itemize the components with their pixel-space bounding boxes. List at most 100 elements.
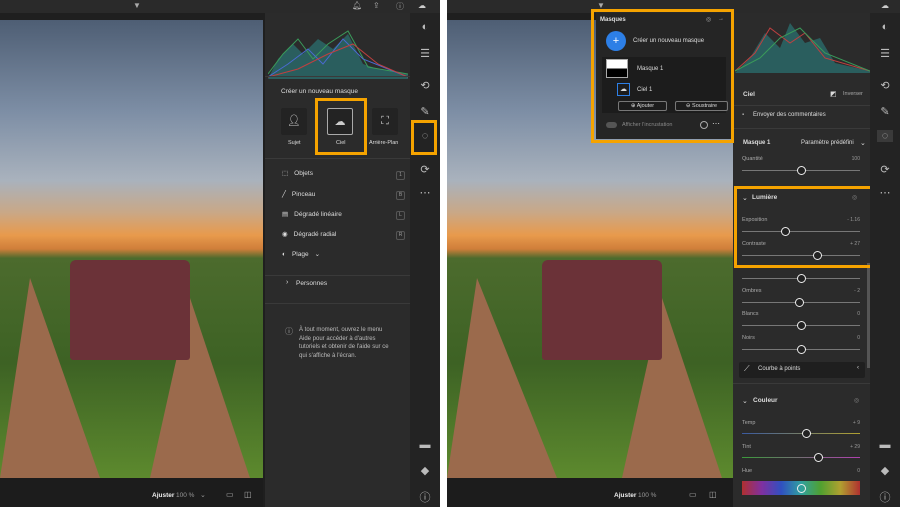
chevron-down-icon[interactable]: ⌄	[200, 491, 206, 499]
slider-track[interactable]	[742, 321, 860, 330]
slider-track[interactable]	[742, 274, 860, 283]
shortcut-key: 1	[396, 171, 405, 180]
histogram	[735, 23, 870, 73]
compare-icon[interactable]: ◫	[709, 490, 717, 499]
healing-icon[interactable]: ✎	[877, 105, 893, 118]
slider-track[interactable]	[742, 453, 860, 462]
visibility-icon[interactable]: ◎	[852, 194, 857, 201]
point-curve-button[interactable]: ⟋ Courbe à points ‹	[739, 362, 865, 378]
preset-dropdown[interactable]: Paramètre prédéfini	[801, 140, 854, 146]
slider-label: Blancs	[742, 311, 759, 317]
shortcut-key: R	[396, 231, 405, 240]
tool-objects[interactable]: ⬚ Objets	[282, 169, 313, 178]
history-icon[interactable]: ⟳	[877, 163, 893, 176]
edit-icon[interactable]: ◐	[417, 21, 433, 33]
crop-icon[interactable]: ⟲	[417, 79, 433, 92]
help-text: À tout moment, ouvrez le menu Aide pour …	[299, 327, 389, 359]
help-icon[interactable]: ⓘ	[396, 1, 404, 12]
divider	[265, 158, 410, 159]
slider-value[interactable]: 0	[857, 311, 860, 317]
color-section-header[interactable]: Couleur	[753, 397, 778, 404]
slider-value[interactable]: + 29	[850, 444, 860, 450]
tool-rail: ◐ ☰ ⟲ ✎ ◌ ⟳ ⋯ ▬ ◆ ⓘ	[410, 13, 440, 507]
slider-value[interactable]: + 9	[853, 420, 860, 426]
chevron-down-icon[interactable]: ⌄	[742, 397, 748, 405]
filter-icon[interactable]: ▼	[133, 1, 141, 10]
history-icon[interactable]: ⟳	[417, 163, 433, 176]
compare-icon[interactable]: ◫	[244, 490, 252, 499]
highlight-sky-option	[315, 98, 367, 155]
slider-thumb[interactable]	[796, 483, 806, 493]
slider-label: Hue	[742, 468, 753, 474]
mask-type-subject-button[interactable]: 👤︎	[281, 108, 307, 135]
feedback-link[interactable]: Envoyer des commentaires	[753, 112, 826, 118]
share-icon[interactable]: ⇪	[373, 1, 380, 10]
divider	[265, 303, 410, 304]
slider-value[interactable]: 100	[852, 156, 860, 162]
healing-icon[interactable]: ✎	[417, 105, 433, 118]
slider-thumb[interactable]	[796, 345, 806, 354]
before-after-icon[interactable]: ▭	[689, 490, 697, 499]
masking-icon[interactable]: ◌	[877, 130, 893, 142]
tool-label: Dégradé linéaire	[294, 210, 342, 218]
radial-gradient-icon: ◉	[282, 231, 288, 238]
divider	[265, 76, 410, 77]
chevron-down-icon[interactable]: ⌄	[742, 194, 748, 202]
slider-track[interactable]	[742, 429, 860, 438]
fit-label[interactable]: Ajuster	[614, 492, 636, 499]
chevron-down-icon[interactable]: ⌄	[860, 139, 866, 147]
sliders-icon[interactable]: ☰	[877, 47, 893, 60]
slider-thumb[interactable]	[796, 166, 806, 175]
more-icon[interactable]: ⋯	[877, 186, 893, 199]
edit-icon[interactable]: ◐	[877, 21, 893, 33]
bottom-bar: Ajuster 100 % ▭ ◫	[447, 478, 733, 507]
tag-icon[interactable]: ◆	[877, 464, 893, 477]
tool-radial-gradient[interactable]: ◉ Dégradé radial	[282, 230, 336, 239]
info-icon[interactable]: ⓘ	[417, 489, 433, 505]
photo-canvas[interactable]	[0, 20, 263, 478]
invert-button[interactable]: Inverser	[843, 91, 863, 97]
subject-icon: 👤︎	[287, 115, 301, 127]
cloud-sync-icon[interactable]: ☁	[418, 1, 426, 10]
create-mask-title: Créer un nouveau masque	[281, 88, 358, 95]
tool-linear-gradient[interactable]: ▤ Dégradé linéaire	[282, 210, 342, 219]
fit-label[interactable]: Ajuster	[152, 492, 174, 499]
invert-icon[interactable]: ◩	[830, 90, 837, 98]
slider-thumb[interactable]	[796, 321, 806, 330]
chevron-right-icon[interactable]: ›	[286, 279, 288, 286]
visibility-icon[interactable]: ◎	[854, 397, 859, 404]
crop-icon[interactable]: ⟲	[877, 79, 893, 92]
bell-icon[interactable]: 🔔︎	[352, 1, 362, 10]
slider-track[interactable]	[742, 481, 860, 495]
zoom-level[interactable]: 100 %	[638, 492, 656, 499]
car	[70, 260, 190, 360]
slider-value[interactable]: - 2	[854, 288, 860, 294]
sliders-icon[interactable]: ☰	[417, 47, 433, 60]
comment-icon[interactable]: ▬	[877, 439, 893, 451]
light-section-header[interactable]: Lumière	[752, 194, 777, 201]
people-section[interactable]: Personnes	[296, 280, 327, 287]
tool-brush[interactable]: ╱ Pinceau	[282, 190, 315, 199]
mask-type-background-button[interactable]: ⛶	[372, 108, 398, 135]
tag-icon[interactable]: ◆	[417, 464, 433, 477]
slider-track[interactable]	[742, 298, 860, 307]
slider-value[interactable]: 0	[857, 468, 860, 474]
tool-range[interactable]: ◐ Plage ⌄	[282, 250, 320, 259]
range-icon: ◐	[282, 250, 286, 258]
curve-label: Courbe à points	[758, 366, 801, 372]
slider-track[interactable]	[742, 166, 860, 175]
slider-value[interactable]: 0	[857, 335, 860, 341]
zoom-level[interactable]: 100 %	[176, 492, 194, 499]
mask-type-label: Arrière-Plan	[369, 140, 399, 146]
mask-type-label: Sujet	[288, 140, 301, 146]
help-icon: ⓘ	[285, 327, 293, 336]
more-icon[interactable]: ⋯	[417, 186, 433, 199]
shortcut-key: B	[396, 191, 405, 200]
before-after-icon[interactable]: ▭	[226, 490, 234, 499]
comment-icon[interactable]: ▬	[417, 439, 433, 451]
info-icon[interactable]: ⓘ	[877, 489, 893, 505]
slider-thumb[interactable]	[796, 274, 806, 283]
slider-track[interactable]	[742, 345, 860, 354]
tool-label: Objets	[294, 169, 313, 177]
cloud-icon[interactable]: ☁	[881, 1, 889, 10]
